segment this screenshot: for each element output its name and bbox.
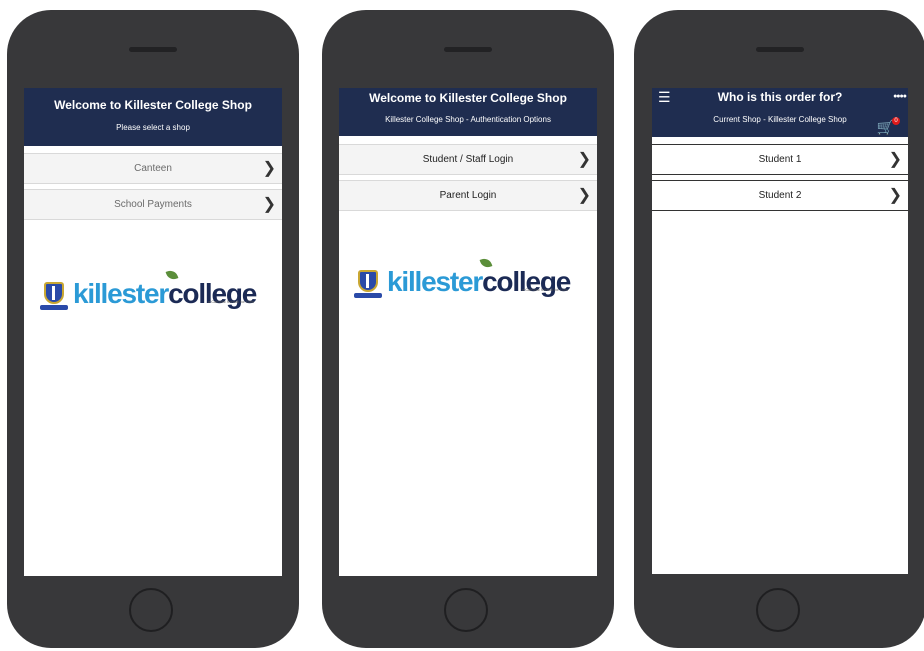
logo-tagline: a Catholic School for Girls [207, 299, 255, 304]
header: Welcome to Killester College Shop Please… [24, 88, 282, 146]
shop-item-label: Canteen [134, 163, 172, 174]
phone-frame-1: Welcome to Killester College Shop Please… [7, 10, 299, 648]
chevron-right-icon: ❯ [888, 187, 902, 204]
phone-speaker [444, 47, 492, 52]
screen-shop-select: Welcome to Killester College Shop Please… [24, 88, 282, 576]
crest-icon [354, 266, 382, 298]
page-title: Welcome to Killester College Shop [54, 98, 252, 112]
page-subtitle: Current Shop - Killester College Shop [713, 115, 847, 124]
shop-item-canteen[interactable]: Canteen ❯ [24, 153, 282, 184]
student-item-1[interactable]: Student 1 ❯ [652, 144, 908, 175]
phone-frame-2: Welcome to Killester College Shop Killes… [322, 10, 614, 648]
student-item-2[interactable]: Student 2 ❯ [652, 180, 908, 211]
login-option-label: Student / Staff Login [422, 154, 514, 165]
chevron-right-icon: ❯ [577, 187, 591, 204]
phone-speaker [129, 47, 177, 52]
screen-order-for: ☰ Who is this order for? ●●●● Current Sh… [652, 88, 908, 574]
logo-word-killester: killester [387, 266, 483, 297]
shop-item-school-payments[interactable]: School Payments ❯ [24, 189, 282, 220]
phone-speaker [756, 47, 804, 52]
chevron-right-icon: ❯ [577, 151, 591, 168]
logo-word-killester: killester [73, 278, 169, 309]
hamburger-menu-icon[interactable]: ☰ [658, 90, 671, 104]
killester-college-logo: killestercollege a Catholic School for G… [40, 268, 257, 310]
header: ☰ Who is this order for? ●●●● Current Sh… [652, 88, 908, 137]
more-dots-icon[interactable]: ●●●● [893, 93, 907, 100]
page-title: Welcome to Killester College Shop [369, 91, 567, 105]
student-label: Student 1 [758, 154, 802, 165]
home-button[interactable] [756, 588, 800, 632]
chevron-right-icon: ❯ [262, 160, 276, 177]
page-title: Who is this order for? [717, 90, 843, 104]
killester-college-logo: killestercollege a Catholic School for G… [354, 256, 571, 298]
login-option-label: Parent Login [439, 190, 497, 201]
chevron-right-icon: ❯ [888, 151, 902, 168]
page-subtitle: Please select a shop [116, 123, 190, 132]
home-button[interactable] [129, 588, 173, 632]
student-label: Student 2 [758, 190, 802, 201]
cart-count-badge: 0 [892, 117, 900, 125]
chevron-right-icon: ❯ [262, 196, 276, 213]
screen-authentication: Welcome to Killester College Shop Killes… [339, 88, 597, 576]
home-button[interactable] [444, 588, 488, 632]
crest-icon [40, 278, 68, 310]
page-subtitle: Killester College Shop - Authentication … [385, 115, 551, 124]
student-staff-login-button[interactable]: Student / Staff Login ❯ [339, 144, 597, 175]
phone-frame-3: ☰ Who is this order for? ●●●● Current Sh… [634, 10, 924, 648]
header: Welcome to Killester College Shop Killes… [339, 88, 597, 136]
logo-tagline: a Catholic School for Girls [521, 287, 569, 292]
parent-login-button[interactable]: Parent Login ❯ [339, 180, 597, 211]
shop-item-label: School Payments [114, 199, 192, 210]
